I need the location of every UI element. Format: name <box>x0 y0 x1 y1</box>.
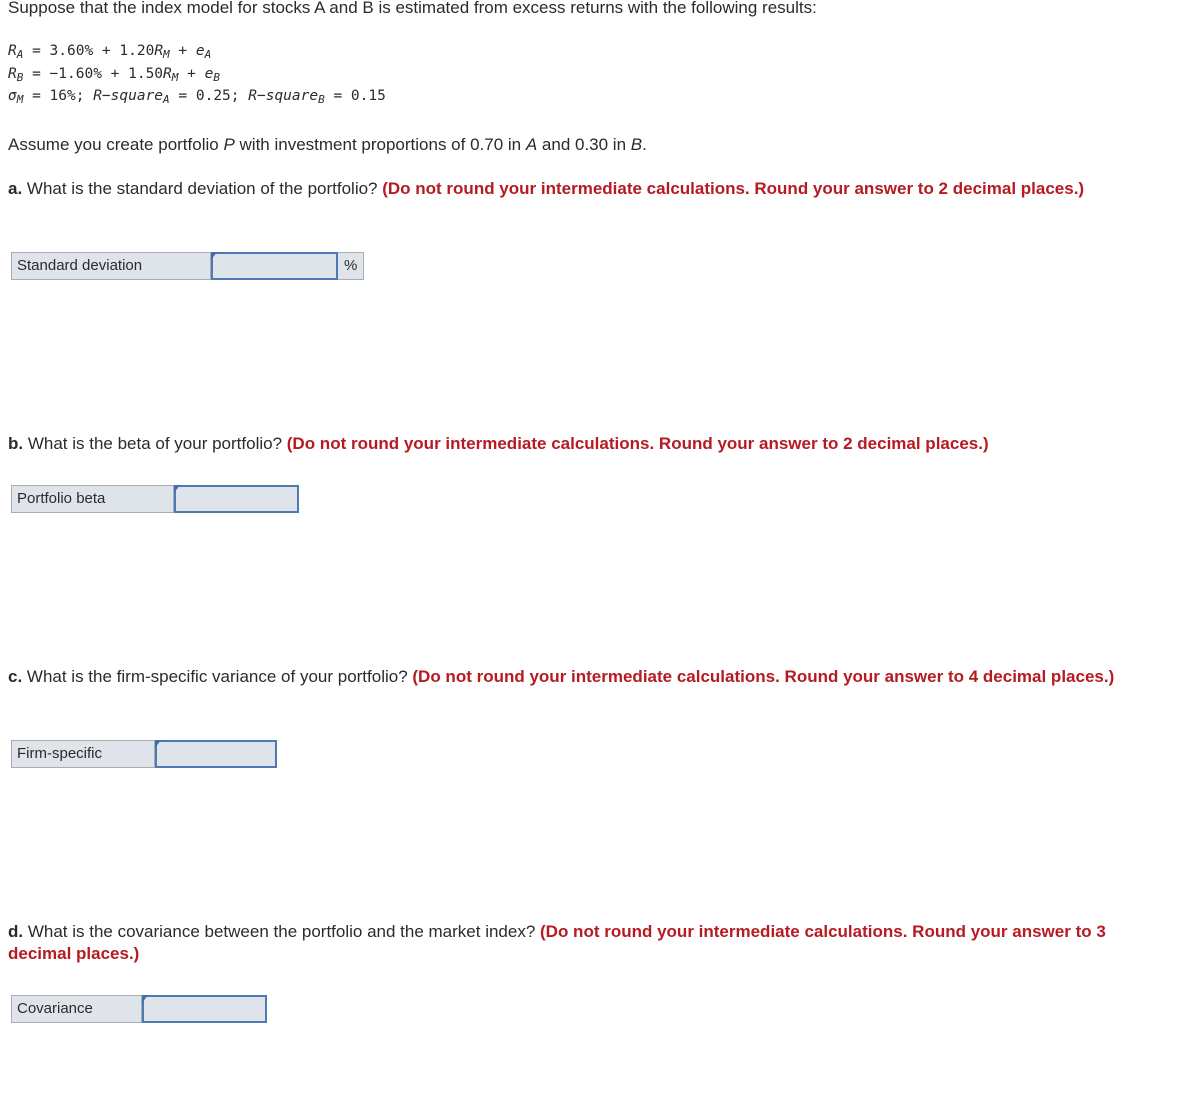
eq-symbol: R <box>154 43 164 59</box>
answer-label: Covariance <box>11 995 142 1023</box>
question-d: d. What is the covariance between the po… <box>8 921 1158 965</box>
question-c: c. What is the firm-specific variance of… <box>8 666 1158 688</box>
question-letter: d. <box>8 922 24 941</box>
question-text: What is the beta of your portfolio? <box>23 434 287 453</box>
answer-row-covariance: Covariance <box>11 995 267 1023</box>
answer-label: Firm-specific <box>11 740 155 768</box>
assume-text: Assume you create portfolio <box>8 135 224 154</box>
answer-input-wrapper <box>155 740 277 768</box>
eq-symbol: σ <box>8 88 17 104</box>
eq-text: = 3.60% + 1.20 <box>23 43 155 59</box>
question-text: What is the standard deviation of the po… <box>22 179 383 198</box>
problem-intro: Suppose that the index model for stocks … <box>8 0 817 17</box>
portfolio-assumption: Assume you create portfolio P with inves… <box>8 134 647 156</box>
eq-subscript: A <box>204 48 212 61</box>
eq-symbol: R−square <box>248 88 319 104</box>
assume-text: . <box>642 135 647 154</box>
assume-symbol: B <box>630 135 643 154</box>
question-text: What is the covariance between the portf… <box>23 922 541 941</box>
equation-market-stats: σM = 16%; R−squareA = 0.25; R−squareB = … <box>8 85 386 108</box>
eq-text: = 16%; <box>23 88 94 104</box>
equation-stock-b: RB = −1.60% + 1.50RM + eB <box>8 63 386 86</box>
answer-input-wrapper <box>174 485 299 513</box>
eq-text: = −1.60% + 1.50 <box>23 65 164 82</box>
firm-specific-variance-input[interactable] <box>155 740 277 768</box>
answer-input-wrapper <box>142 995 267 1023</box>
assume-text: with investment proportions of 0.70 in <box>234 135 526 154</box>
question-b: b. What is the beta of your portfolio? (… <box>8 433 1158 455</box>
eq-subscript: B <box>213 70 220 84</box>
eq-subscript: B <box>318 93 325 106</box>
eq-symbol: R <box>8 65 17 82</box>
unit-label: % <box>338 252 365 280</box>
assume-symbol: A <box>525 135 538 154</box>
eq-symbol: e <box>195 43 205 59</box>
question-instruction: (Do not round your intermediate calculat… <box>382 179 1085 198</box>
question-letter: c. <box>8 667 23 686</box>
assume-text: and 0.30 in <box>537 135 631 154</box>
eq-text: = 0.25; <box>169 88 249 104</box>
eq-symbol: R <box>8 43 17 59</box>
question-instruction: (Do not round your intermediate calculat… <box>412 667 1115 686</box>
question-text: What is the firm-specific variance of yo… <box>22 667 413 686</box>
question-letter: a. <box>8 179 23 198</box>
covariance-input[interactable] <box>142 995 267 1023</box>
eq-text: = 0.15 <box>324 88 386 104</box>
answer-input-wrapper <box>211 252 338 280</box>
answer-row-standard-deviation: Standard deviation % <box>11 252 365 280</box>
portfolio-beta-input[interactable] <box>174 485 299 513</box>
answer-row-portfolio-beta: Portfolio beta <box>11 485 299 513</box>
eq-text: + <box>178 65 205 82</box>
answer-label: Standard deviation <box>11 252 211 280</box>
eq-text: + <box>169 43 196 59</box>
question-a: a. What is the standard deviation of the… <box>8 178 1158 200</box>
question-instruction: (Do not round your intermediate calculat… <box>286 434 989 453</box>
answer-row-firm-specific: Firm-specific <box>11 740 277 768</box>
eq-subscript: A <box>163 93 170 106</box>
standard-deviation-input[interactable] <box>211 252 338 280</box>
eq-symbol: R−square <box>93 88 164 104</box>
assume-symbol: P <box>223 135 235 154</box>
equation-stock-a: RA = 3.60% + 1.20RM + eA <box>8 40 386 63</box>
answer-label: Portfolio beta <box>11 485 174 513</box>
question-letter: b. <box>8 434 24 453</box>
eq-symbol: R <box>163 65 172 82</box>
index-model-equations: RA = 3.60% + 1.20RM + eA RB = −1.60% + 1… <box>8 40 386 108</box>
eq-subscript: M <box>163 48 170 61</box>
